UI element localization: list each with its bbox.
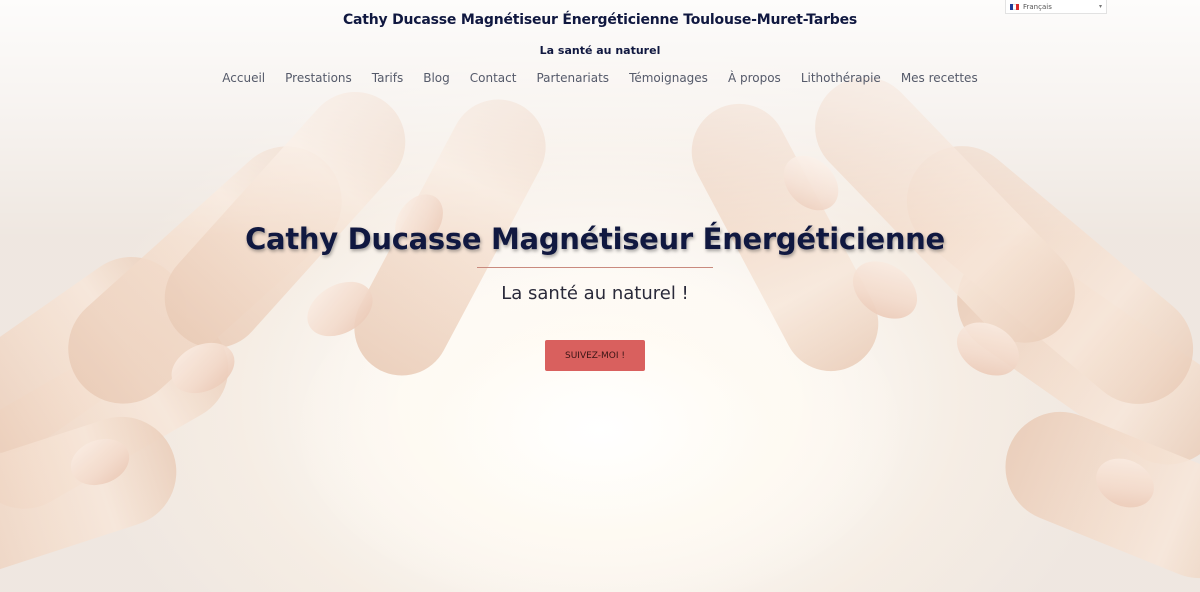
nav-item-blog[interactable]: Blog <box>423 71 450 85</box>
left-hand-finger <box>45 123 365 427</box>
language-selector-value: Français <box>1023 2 1052 11</box>
nav-item-lithotherapie[interactable]: Lithothérapie <box>801 71 881 85</box>
nav-item-partenariats[interactable]: Partenariats <box>536 71 609 85</box>
site-title[interactable]: Cathy Ducasse Magnétiseur Énergéticienne… <box>0 12 1200 28</box>
hero-divider <box>477 267 713 268</box>
right-hand-finger <box>988 395 1200 592</box>
flag-stripe-red <box>1016 3 1019 10</box>
site-tagline: La santé au naturel <box>539 44 661 57</box>
right-hand-finger <box>794 56 1096 364</box>
nav-item-a-propos[interactable]: À propos <box>728 71 781 85</box>
chevron-down-icon: ▾ <box>1098 3 1102 10</box>
hero-subtitle: La santé au naturel ! <box>501 283 689 304</box>
left-hand-finger <box>144 71 426 369</box>
right-hand-nail <box>947 311 1029 387</box>
right-hand-nail <box>772 144 850 222</box>
nav-item-mes-recettes[interactable]: Mes recettes <box>901 71 978 85</box>
france-flag-icon <box>1010 3 1019 10</box>
left-hand-finger <box>0 297 248 528</box>
nav-item-prestations[interactable]: Prestations <box>285 71 352 85</box>
left-hand-nail <box>163 333 243 403</box>
left-hand-nail <box>64 431 136 493</box>
nav-item-temoignages[interactable]: Témoignages <box>629 71 708 85</box>
nav-item-tarifs[interactable]: Tarifs <box>372 71 403 85</box>
right-hand-finger <box>884 123 1200 427</box>
page: Français ▾ Cathy Ducasse Magnétiseur Éne… <box>0 0 1200 592</box>
left-hand-finger <box>0 235 209 475</box>
left-hand-finger <box>0 402 191 588</box>
main-navigation: Accueil Prestations Tarifs Blog Contact … <box>0 71 1200 85</box>
right-hand-finger <box>935 223 1200 487</box>
nav-item-contact[interactable]: Contact <box>470 71 517 85</box>
nav-item-accueil[interactable]: Accueil <box>222 71 265 85</box>
hero-title: Cathy Ducasse Magnétiseur Énergéticienne <box>245 222 945 256</box>
right-hand-nail <box>1088 449 1162 517</box>
follow-me-button[interactable]: SUIVEZ-MOI ! <box>545 340 645 371</box>
